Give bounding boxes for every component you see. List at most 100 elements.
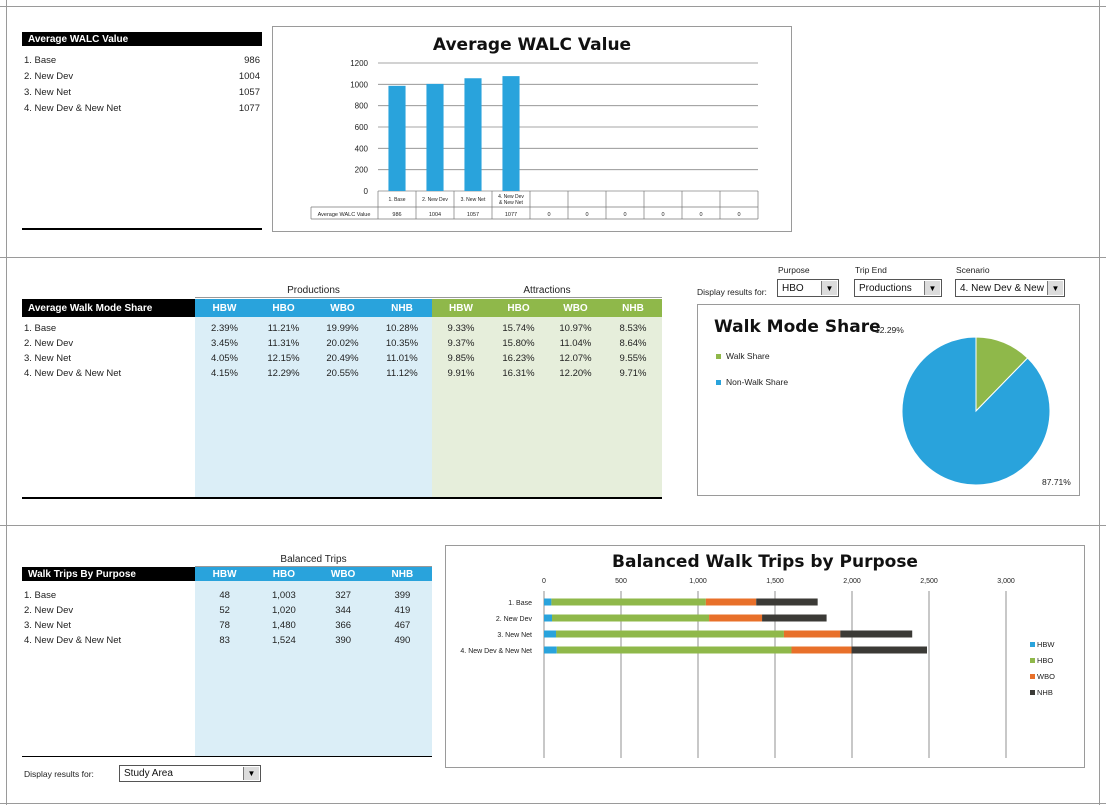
trips-table-header: Walk Trips By Purpose bbox=[22, 567, 195, 581]
trips-bar-segment bbox=[709, 614, 763, 622]
walc-row-label: 4. New Dev & New Net bbox=[24, 103, 122, 114]
frame-right bbox=[1099, 0, 1100, 805]
chevron-down-icon[interactable]: ▼ bbox=[821, 281, 837, 295]
walc-row-label: 2. New Dev bbox=[24, 71, 74, 82]
walc-y-tick: 0 bbox=[364, 187, 369, 196]
walc-table-header: Average WALC Value bbox=[22, 32, 262, 46]
trips-cell: 83 bbox=[219, 635, 230, 646]
trips-bar-segment bbox=[556, 630, 784, 638]
mode-share-cell: 11.01% bbox=[386, 353, 418, 364]
frame-top bbox=[0, 6, 1106, 7]
walc-table-row-label: Average WALC Value bbox=[318, 212, 371, 218]
trips-col-header: WBO bbox=[313, 567, 373, 581]
mode-share-col-header: NHB bbox=[372, 299, 432, 317]
mode-share-cell: 3.45% bbox=[211, 338, 238, 349]
walc-bar-chart: 1200 1000 800 600 400 200 0 Average WALC Value 9… bbox=[310, 59, 759, 220]
mode-share-cell: 20.49% bbox=[326, 353, 359, 364]
walc-chart-box: Average WALC Value 1200 1000 800 600 400 200 0… bbox=[272, 26, 792, 232]
section-divider-1 bbox=[0, 257, 1106, 258]
purpose-select[interactable]: HBO ▼ bbox=[777, 279, 839, 297]
study-area-select[interactable]: Study Area ▼ bbox=[119, 765, 261, 782]
trips-legend-label: HBO bbox=[1037, 656, 1053, 665]
chevron-down-icon[interactable]: ▼ bbox=[924, 281, 940, 295]
mode-share-row-label: 1. Base bbox=[24, 323, 57, 334]
walc-category-label: & New Net bbox=[499, 200, 524, 206]
trips-legend-label: WBO bbox=[1037, 672, 1055, 681]
walc-y-tick: 800 bbox=[355, 102, 369, 111]
mode-share-cell: 11.21% bbox=[267, 323, 300, 334]
trips-cell: 419 bbox=[394, 605, 411, 616]
trips-chart-box: Balanced Walk Trips by Purpose 0 500 1,000… bbox=[445, 545, 1085, 768]
walc-table-value: 0 bbox=[699, 212, 702, 218]
walc-y-tick: 200 bbox=[355, 166, 369, 175]
mode-share-cell: 16.23% bbox=[502, 353, 535, 364]
trips-category-label: 2. New Dev bbox=[496, 616, 533, 623]
walc-row-value: 986 bbox=[244, 55, 260, 66]
mode-share-cell: 9.71% bbox=[619, 368, 647, 379]
trips-bar-segment bbox=[544, 598, 552, 606]
mode-share-cell: 12.15% bbox=[267, 353, 300, 364]
mode-share-row-label: 4. New Dev & New Net bbox=[24, 368, 122, 379]
walc-row-value: 1004 bbox=[238, 71, 260, 82]
trips-bar-segment bbox=[840, 630, 913, 638]
mode-share-cell: 9.85% bbox=[447, 353, 475, 364]
walc-row-value: 1077 bbox=[238, 103, 260, 114]
walc-bar bbox=[464, 78, 482, 191]
productions-label: Productions bbox=[287, 285, 340, 296]
trips-cell: 399 bbox=[394, 590, 411, 601]
trips-bar-segment bbox=[756, 598, 818, 606]
walc-category-label: 1. Base bbox=[389, 197, 406, 203]
chevron-down-icon[interactable]: ▼ bbox=[243, 767, 259, 780]
trips-legend-swatch bbox=[1030, 690, 1035, 695]
mode-share-cell: 10.97% bbox=[559, 323, 592, 334]
trips-bar-segment bbox=[551, 598, 706, 606]
trips-cell: 327 bbox=[335, 590, 352, 601]
pie-slice bbox=[901, 336, 1051, 486]
walc-table-value: 1077 bbox=[505, 212, 517, 218]
mode-share-cell: 15.80% bbox=[502, 338, 535, 349]
mode-share-cell: 12.07% bbox=[559, 353, 592, 364]
mode-share-cell: 8.53% bbox=[619, 323, 647, 334]
trips-col-header: NHB bbox=[372, 567, 432, 581]
trips-cell: 1,003 bbox=[271, 590, 296, 601]
mode-share-col-header: NHB bbox=[604, 299, 662, 317]
walc-y-tick: 600 bbox=[355, 123, 369, 132]
trips-x-tick: 1,000 bbox=[689, 578, 707, 585]
mode-share-row-label: 3. New Net bbox=[24, 353, 71, 364]
mode-share-cell: 16.31% bbox=[502, 368, 535, 379]
trips-row-label: 3. New Net bbox=[24, 620, 71, 631]
walc-bar bbox=[426, 83, 444, 191]
pie-chart-box: Walk Mode Share Walk Share Non-Walk Shar… bbox=[697, 304, 1080, 496]
attractions-rule bbox=[432, 297, 662, 298]
scenario-select[interactable]: 4. New Dev & New ▼ bbox=[955, 279, 1065, 297]
mode-share-col-header: WBO bbox=[547, 299, 604, 317]
chevron-down-icon[interactable]: ▼ bbox=[1047, 281, 1063, 295]
trips-x-tick: 1,500 bbox=[766, 578, 784, 585]
walc-table-value: 0 bbox=[585, 212, 588, 218]
walc-bar bbox=[502, 76, 520, 191]
walc-table-value: 0 bbox=[547, 212, 550, 218]
trips-legend-swatch bbox=[1030, 658, 1035, 663]
trips-cell: 366 bbox=[335, 620, 352, 631]
walc-category-label: 2. New Dev bbox=[422, 197, 448, 203]
walc-y-tick: 400 bbox=[355, 144, 369, 153]
trip-end-select[interactable]: Productions ▼ bbox=[854, 279, 942, 297]
walc-y-tick: 1000 bbox=[350, 80, 368, 89]
walc-table-value: 986 bbox=[392, 212, 401, 218]
mode-share-cell: 12.20% bbox=[559, 368, 592, 379]
mode-share-col-header: WBO bbox=[313, 299, 372, 317]
mode-share-cell: 11.04% bbox=[559, 338, 592, 349]
frame-left bbox=[6, 0, 7, 805]
trip-end-label: Trip End bbox=[855, 265, 887, 275]
trips-cell: 467 bbox=[394, 620, 411, 631]
trips-cell: 52 bbox=[219, 605, 230, 616]
mode-share-cell: 2.39% bbox=[211, 323, 238, 334]
trips-category-label: 3. New Net bbox=[497, 632, 532, 639]
walc-table-value: 0 bbox=[737, 212, 740, 218]
trips-cell: 344 bbox=[335, 605, 352, 616]
mode-share-cell: 20.55% bbox=[326, 368, 359, 379]
mode-share-cell: 20.02% bbox=[326, 338, 359, 349]
trips-bar-segment bbox=[791, 646, 852, 654]
trips-bar-segment bbox=[705, 598, 757, 606]
mode-share-cell: 9.33% bbox=[447, 323, 475, 334]
